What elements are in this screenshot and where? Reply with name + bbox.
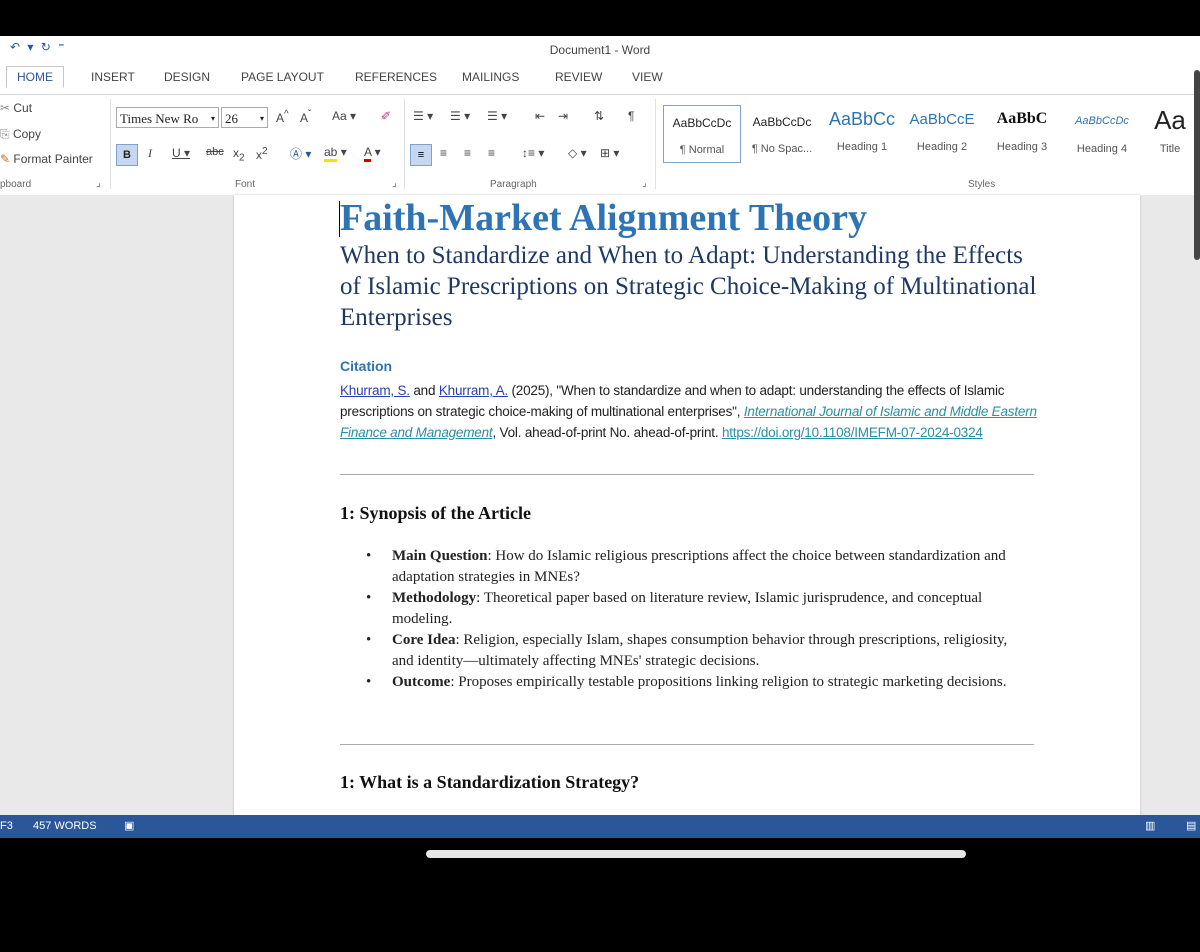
document-subtitle[interactable]: When to Standardize and When to Adapt: U… bbox=[340, 240, 1040, 333]
scrollbar[interactable] bbox=[1194, 70, 1200, 260]
group-divider bbox=[404, 99, 405, 189]
shading-icon[interactable]: ◇ ▾ bbox=[568, 146, 587, 160]
status-bar: F3 457 WORDS ▣ ▥ ▤ bbox=[0, 815, 1200, 838]
author-link[interactable]: Khurram, A. bbox=[439, 383, 508, 398]
superscript-button[interactable]: x2 bbox=[256, 146, 268, 162]
horizontal-rule bbox=[340, 744, 1034, 745]
tab-review[interactable]: REVIEW bbox=[555, 70, 602, 84]
format-painter-button[interactable]: ✎ Format Painter bbox=[0, 152, 93, 166]
underline-button[interactable]: U ▾ bbox=[172, 146, 190, 160]
shrink-font-icon[interactable]: Aˇ bbox=[300, 109, 311, 125]
author-link[interactable]: Khurram, S. bbox=[340, 383, 410, 398]
paragraph-group-label: Paragraph bbox=[490, 179, 537, 190]
bullet-icon: • bbox=[366, 590, 372, 606]
list-item[interactable]: • Outcome: Proposes empirically testable … bbox=[366, 672, 1032, 693]
style-heading-3[interactable]: AaBbC Heading 3 bbox=[983, 105, 1061, 163]
dialog-launcher-icon[interactable]: ⌟ bbox=[642, 178, 647, 189]
standardization-heading[interactable]: 1: What is a Standardization Strategy? bbox=[340, 772, 639, 793]
text-effects-icon[interactable]: Ⓐ ▾ bbox=[290, 145, 311, 162]
align-center-icon[interactable]: ≡ bbox=[440, 146, 447, 160]
cut-button[interactable]: ✂ Cut bbox=[0, 101, 32, 115]
italic-button[interactable]: I bbox=[148, 146, 152, 161]
copy-button[interactable]: ⎘ Copy bbox=[0, 127, 41, 142]
brush-icon: ✎ bbox=[0, 152, 14, 166]
bold-button[interactable]: B bbox=[116, 144, 138, 166]
list-item[interactable]: • Main Question: How do Islamic religious… bbox=[366, 546, 1032, 588]
print-layout-icon[interactable]: ▤ bbox=[1186, 819, 1196, 832]
grow-font-icon[interactable]: A^ bbox=[276, 109, 289, 125]
bullet-icon: • bbox=[366, 674, 372, 690]
style-heading-4[interactable]: AaBbCcDc Heading 4 bbox=[1063, 105, 1141, 163]
increase-indent-icon[interactable]: ⇥ bbox=[558, 109, 568, 123]
numbering-icon[interactable]: ☰ ▾ bbox=[450, 109, 470, 123]
style-title[interactable]: Aa Title bbox=[1143, 105, 1197, 163]
font-color-icon[interactable]: A ▾ bbox=[364, 145, 381, 162]
word-count[interactable]: 457 WORDS bbox=[33, 820, 97, 832]
doi-link[interactable]: https://doi.org/10.1108/IMEFM-07-2024-03… bbox=[722, 425, 983, 440]
chevron-down-icon: ▾ bbox=[259, 114, 264, 123]
synopsis-list: • Main Question: How do Islamic religious… bbox=[366, 546, 1032, 693]
font-size-select[interactable]: 26 ▾ bbox=[221, 107, 268, 128]
document-title[interactable]: Faith-Market Alignment Theory bbox=[340, 196, 867, 240]
bullet-icon: • bbox=[366, 548, 372, 564]
line-spacing-icon[interactable]: ↕≡ ▾ bbox=[522, 146, 544, 160]
style-heading-2[interactable]: AaBbCcE Heading 2 bbox=[903, 105, 981, 163]
ribbon-tabs: HOME INSERT DESIGN PAGE LAYOUT REFERENCE… bbox=[0, 62, 1200, 94]
page-indicator[interactable]: F3 bbox=[0, 820, 13, 832]
font-name-select[interactable]: Times New Ro ▾ bbox=[116, 107, 219, 128]
decrease-indent-icon[interactable]: ⇤ bbox=[535, 109, 545, 123]
scissors-icon: ✂ bbox=[0, 101, 14, 115]
group-divider bbox=[655, 99, 656, 189]
list-item[interactable]: • Methodology: Theoretical paper based on… bbox=[366, 588, 1032, 630]
align-right-icon[interactable]: ≡ bbox=[464, 146, 471, 160]
font-group-label: Font bbox=[235, 179, 256, 190]
borders-icon[interactable]: ⊞ ▾ bbox=[600, 146, 619, 160]
home-indicator[interactable] bbox=[426, 850, 966, 858]
style-no-spacing[interactable]: AaBbCcDc ¶ No Spac... bbox=[743, 105, 821, 163]
styles-group-label: Styles bbox=[968, 179, 996, 190]
copy-icon: ⎘ bbox=[0, 127, 13, 141]
tab-home[interactable]: HOME bbox=[6, 66, 64, 88]
style-heading-1[interactable]: AaBbCc Heading 1 bbox=[823, 105, 901, 163]
tab-mailings[interactable]: MAILINGS bbox=[462, 70, 519, 84]
citation-text[interactable]: Khurram, S. and Khurram, A. (2025), "Whe… bbox=[340, 380, 1040, 443]
chevron-down-icon: ▾ bbox=[210, 114, 215, 123]
dialog-launcher-icon[interactable]: ⌟ bbox=[96, 178, 101, 189]
proofing-icon[interactable]: ▣ bbox=[124, 819, 134, 832]
subscript-button[interactable]: x2 bbox=[233, 146, 245, 163]
align-left-button[interactable]: ≡ bbox=[410, 144, 432, 166]
clear-formatting-icon[interactable]: ✐ bbox=[381, 109, 391, 123]
horizontal-rule bbox=[340, 474, 1034, 475]
bullets-icon[interactable]: ☰ ▾ bbox=[413, 109, 433, 123]
window-title: Document1 - Word bbox=[549, 43, 651, 57]
read-mode-icon[interactable]: ▥ bbox=[1145, 819, 1155, 832]
strikethrough-button[interactable]: abc bbox=[206, 146, 224, 158]
clipboard-group-label: pboard bbox=[0, 179, 32, 190]
ribbon: ✂ Cut ⎘ Copy ✎ Format Painter pboard ⌟ T… bbox=[0, 94, 1200, 196]
change-case-icon[interactable]: Aa ▾ bbox=[332, 109, 356, 123]
pilcrow-icon[interactable]: ¶ bbox=[628, 109, 634, 123]
dialog-launcher-icon[interactable]: ⌟ bbox=[392, 178, 397, 189]
tab-design[interactable]: DESIGN bbox=[164, 70, 210, 84]
list-item[interactable]: • Core Idea: Religion, especially Islam, … bbox=[366, 630, 1032, 672]
citation-heading[interactable]: Citation bbox=[340, 358, 392, 374]
style-normal[interactable]: AaBbCcDc ¶ Normal bbox=[663, 105, 741, 163]
tab-insert[interactable]: INSERT bbox=[91, 70, 135, 84]
justify-icon[interactable]: ≡ bbox=[488, 146, 495, 160]
bullet-icon: • bbox=[366, 632, 372, 648]
tab-references[interactable]: REFERENCES bbox=[355, 70, 437, 84]
synopsis-heading[interactable]: 1: Synopsis of the Article bbox=[340, 503, 531, 524]
tab-view[interactable]: VIEW bbox=[632, 70, 663, 84]
tab-page-layout[interactable]: PAGE LAYOUT bbox=[241, 70, 324, 84]
multilevel-list-icon[interactable]: ☰ ▾ bbox=[487, 109, 507, 123]
highlight-icon[interactable]: ab ▾ bbox=[324, 145, 347, 162]
sort-icon[interactable]: ⇅ bbox=[594, 109, 604, 123]
group-divider bbox=[110, 99, 111, 189]
